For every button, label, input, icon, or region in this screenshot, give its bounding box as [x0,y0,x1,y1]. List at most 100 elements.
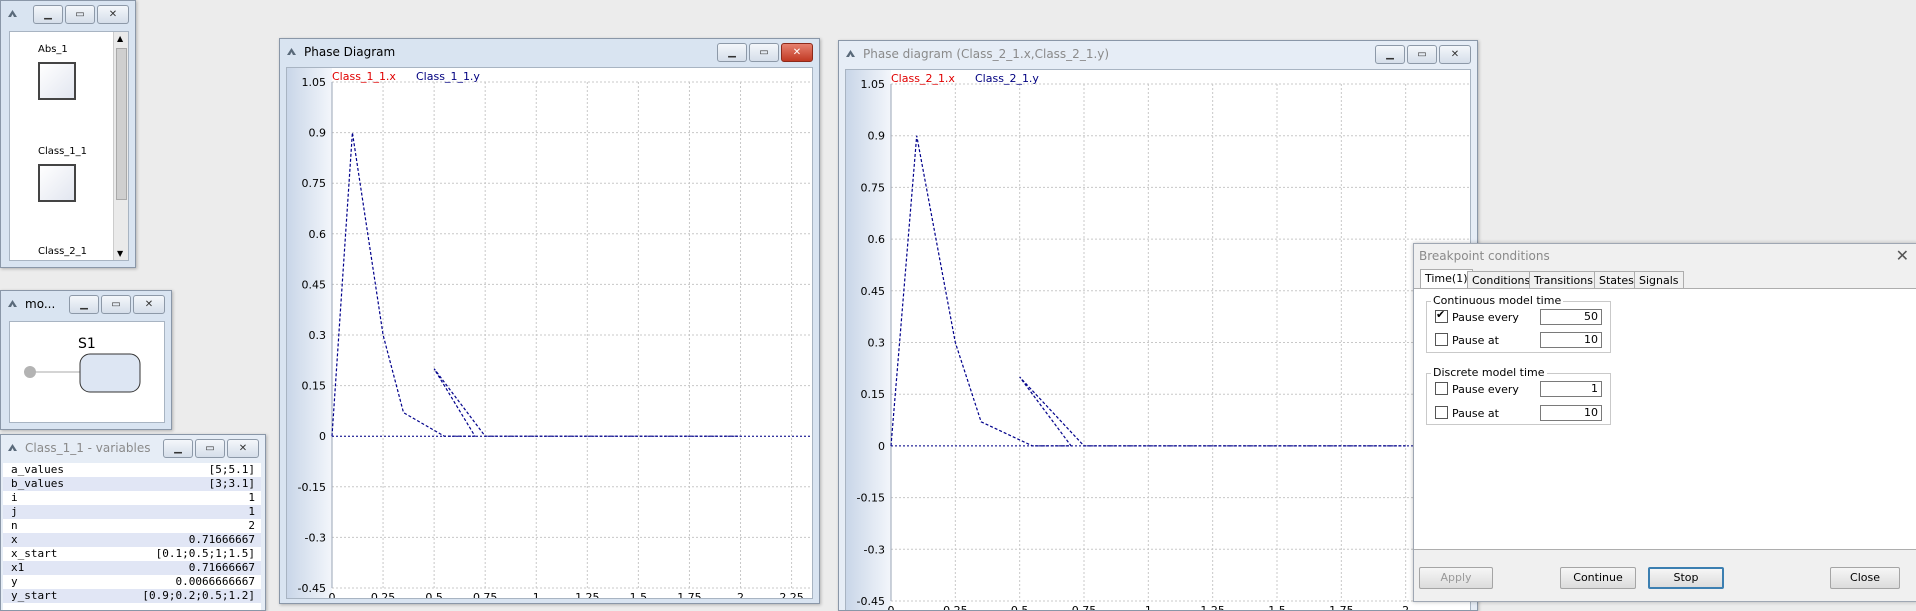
minimize-button[interactable]: ▁ [33,5,63,24]
maximize-button[interactable]: ▭ [1407,45,1437,64]
app-logo-icon [8,300,17,307]
minimize-button[interactable]: ▁ [1375,45,1405,64]
continuous-pause-every-checkbox[interactable] [1435,308,1448,323]
close-button[interactable]: ✕ [1439,45,1471,64]
apply-button[interactable]: Apply [1419,567,1493,589]
x-tick-label: 0.75 [1072,604,1097,611]
variable-value: [0.9;0.2;0.5;1.2] [142,589,255,602]
variable-row[interactable]: y_start [0.9;0.2;0.5;1.2] [3,589,261,603]
variable-row[interactable]: j1 [3,505,261,519]
phase-diagram-window-2: Phase diagram (Class_2_1.x,Class_2_1.y) … [838,40,1478,611]
variable-row[interactable]: x 0.71666667 [3,533,261,547]
minimize-button[interactable]: ▁ [163,439,193,458]
minimize-icon: ▁ [1386,49,1394,60]
variables-table: a_values [5;5.1] b_values [3;3.1] i 1 j 1 n 2 x 0.7… [3,463,261,610]
dialog-close-icon[interactable]: ✕ [1896,246,1909,265]
palette-item-abs[interactable]: Abs_1 [30,42,90,104]
variable-value: 0.71666667 [188,533,255,546]
tab-states[interactable]: States [1594,271,1639,289]
y-tick-label: 0.75 [861,181,886,194]
variable-name: x_start [11,547,58,560]
variable-row[interactable]: n2 [3,519,261,533]
minimize-icon: ▁ [80,299,88,310]
variable-row[interactable]: i1 [3,491,261,505]
minimize-icon: ▁ [728,47,736,58]
x-tick-label: 2 [737,591,744,598]
minimize-button[interactable]: ▁ [69,295,99,314]
variable-name: j [11,505,18,518]
y-tick-label: -0.15 [857,492,885,505]
window-title: mo... [25,297,56,311]
close-button[interactable]: ✕ [227,439,259,458]
palette-titlebar[interactable]: ▁ ▭ ✕ [1,1,135,27]
state-label: S1 [78,336,96,352]
scroll-thumb[interactable] [116,48,127,200]
palette-scrollbar[interactable]: ▲ ▼ [113,32,128,260]
variable-row[interactable]: x1 0.71666667 [3,561,261,575]
x-tick-label: 2.25 [779,591,804,598]
x-tick-label: 2 [1402,604,1409,611]
discrete-pause-every-input[interactable]: 1 [1540,381,1602,397]
maximize-icon: ▭ [205,443,215,454]
y-tick-label: 0.3 [309,329,327,342]
variable-row[interactable]: x_start [0.1;0.5;1;1.5] [3,547,261,561]
x-tick-label: 1.25 [1200,604,1225,611]
stop-button[interactable]: Stop [1648,567,1724,589]
maximize-button[interactable]: ▭ [749,43,779,62]
continuous-pause-at-input[interactable]: 10 [1540,332,1602,348]
app-logo-icon [8,10,17,17]
model-titlebar[interactable]: mo... ▁ ▭ ✕ [1,291,171,317]
continue-button[interactable]: Continue [1560,567,1636,589]
initial-state-dot [24,366,36,378]
y-tick-label: 0.6 [868,233,886,246]
app-logo-icon [8,444,17,451]
discrete-pause-at-checkbox[interactable] [1435,406,1448,419]
variable-row[interactable]: b_values [3;3.1] [3,477,261,491]
model-canvas[interactable]: S1 [9,321,165,423]
variable-name: x1 [11,561,25,574]
plot2-titlebar[interactable]: Phase diagram (Class_2_1.x,Class_2_1.y) … [839,41,1477,67]
variable-row[interactable]: a_values [5;5.1] [3,463,261,477]
maximize-button[interactable]: ▭ [101,295,131,314]
variable-value: [3;3.1] [208,477,255,490]
variable-name: y_start [11,589,58,602]
legend-y-series: Class_2_1.y [975,72,1039,85]
scroll-up-icon[interactable]: ▲ [117,34,123,43]
palette-item-label: Class_1_1 [38,146,88,157]
continuous-pause-every-input[interactable]: 50 [1540,309,1602,325]
variables-window: Class_1_1 - variables ▁ ▭ ✕ a_values [5;5… [0,434,266,611]
tab-time[interactable]: Time(1) [1420,269,1473,289]
maximize-button[interactable]: ▭ [65,5,95,24]
variable-value: [5;5.1] [208,463,255,476]
checkbox-label: Pause every [1452,311,1519,324]
window-title: Class_1_1 - variables [25,441,151,455]
y-tick-label: 0.45 [861,285,886,298]
tab-panel: Continuous model time Pause every 50 Pau… [1414,288,1916,550]
close-button[interactable]: ✕ [133,295,165,314]
palette-item-class11[interactable]: Class_1_1 [30,144,90,206]
maximize-icon: ▭ [75,9,85,20]
close-dialog-button[interactable]: Close [1830,567,1900,589]
y-tick-label: 0 [878,440,885,453]
x-tick-label: 0 [329,591,336,598]
close-button[interactable]: ✕ [781,43,813,62]
x-tick-label: 0.5 [1011,604,1028,611]
discrete-pause-every-checkbox[interactable] [1435,382,1448,395]
continuous-pause-at-checkbox[interactable] [1435,333,1448,346]
state-s1[interactable] [79,353,141,393]
tab-signals[interactable]: Signals [1634,271,1684,289]
variables-titlebar[interactable]: Class_1_1 - variables ▁ ▭ ✕ [1,435,265,461]
plot2-area[interactable]: 1.05 0.9 0.75 0.6 0.45 0.3 0.15 0 -0.15 -0.3 -0.45… [845,69,1471,611]
y-tick-label: -0.3 [864,543,885,556]
plot1-area[interactable]: 1.05 0.9 0.75 0.6 0.45 0.3 0.15 0 -0.15 -0.3 -0.45… [286,67,813,603]
variable-row[interactable]: y 0.0066666667 [3,575,261,589]
tab-conditions[interactable]: Conditions [1467,271,1536,289]
scroll-down-icon[interactable]: ▼ [117,249,123,258]
palette-item-class21[interactable]: Class_2_1 [30,244,90,260]
discrete-pause-at-input[interactable]: 10 [1540,405,1602,421]
minimize-button[interactable]: ▁ [717,43,747,62]
tab-transitions[interactable]: Transitions [1529,271,1598,289]
plot1-titlebar[interactable]: Phase Diagram ▁ ▭ ✕ [280,39,819,65]
close-button[interactable]: ✕ [97,5,129,24]
maximize-button[interactable]: ▭ [195,439,225,458]
